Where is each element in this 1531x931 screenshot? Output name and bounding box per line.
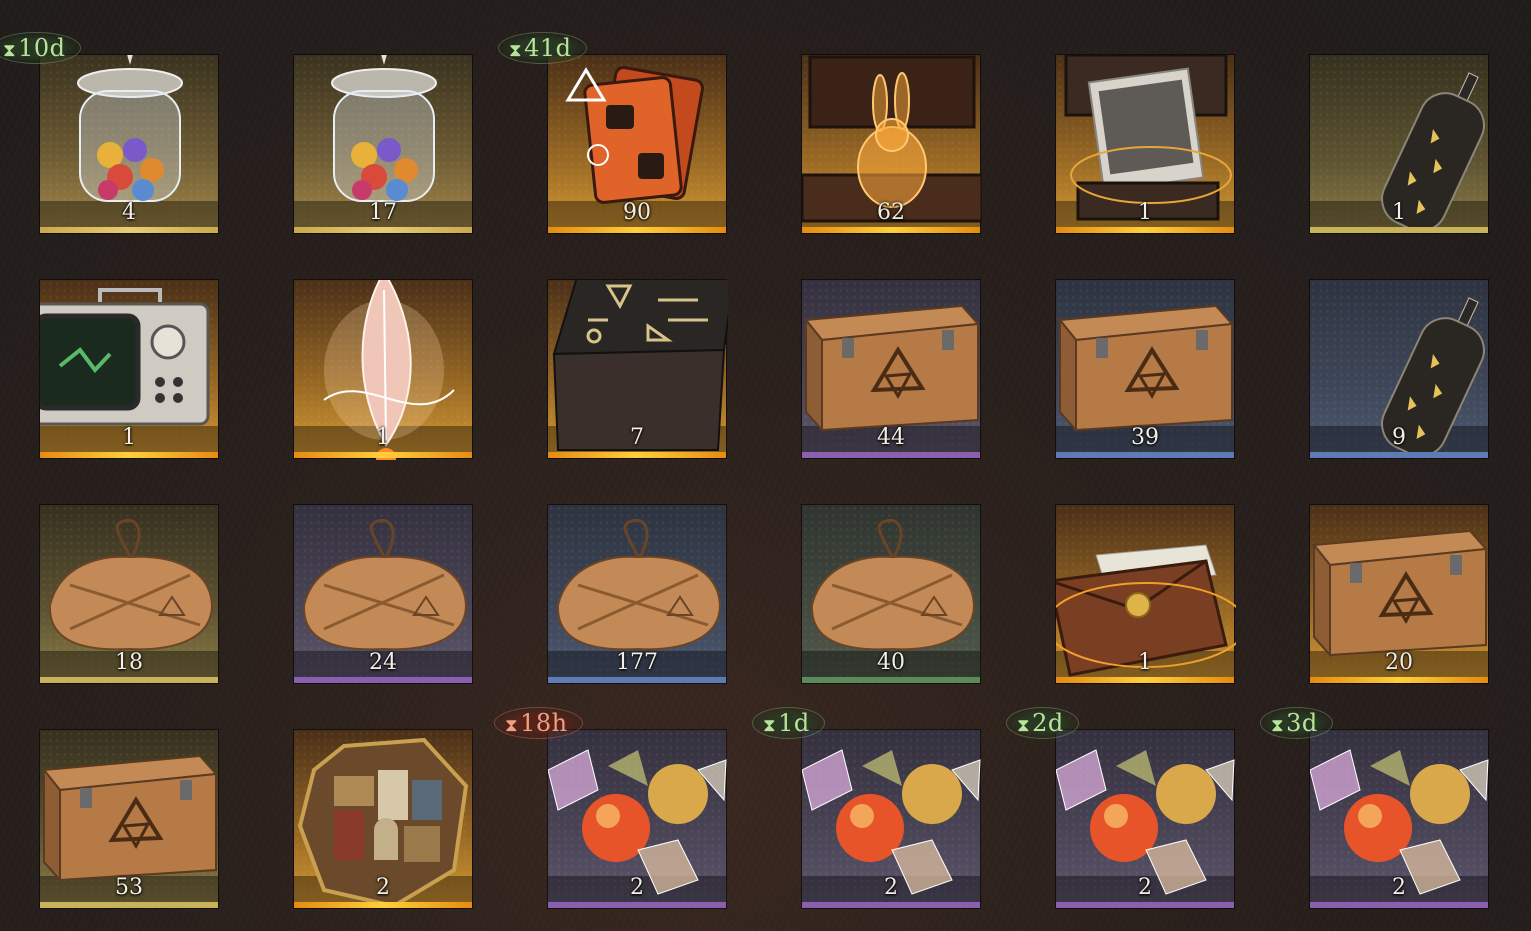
inventory-slot[interactable]: 1 <box>293 279 473 460</box>
rarity-bar <box>40 677 218 683</box>
item-count: 2 <box>1138 875 1152 900</box>
rarity-bar <box>1310 452 1488 458</box>
inventory-slot[interactable]: 2 <box>801 729 981 909</box>
item-count: 4 <box>122 200 136 225</box>
item-count: 2 <box>630 875 644 900</box>
rarity-bar <box>294 677 472 683</box>
expiry-timer-badge: ⧗1d <box>752 707 825 739</box>
inventory-slot[interactable]: 90 <box>547 54 727 234</box>
rarity-bar <box>802 902 980 908</box>
hourglass-icon: ⧗ <box>1271 715 1285 736</box>
hourglass-icon: ⧗ <box>3 40 17 61</box>
rarity-bar <box>802 227 980 233</box>
inventory-slot[interactable]: 7 <box>547 279 728 459</box>
inventory-slot[interactable]: 40 <box>801 504 981 684</box>
rarity-bar <box>294 902 472 908</box>
inventory-slot[interactable]: 1 <box>1055 54 1235 234</box>
item-count: 7 <box>630 425 644 450</box>
inventory-slot[interactable]: 9 <box>1309 279 1489 459</box>
inventory-slot[interactable]: 17 <box>293 54 473 234</box>
inventory-grid: 4 17 90 62 1 1 1 1 7 44 39 9 18 24 177 4… <box>0 0 1531 931</box>
expiry-timer-badge: ⧗18h <box>494 707 583 739</box>
inventory-slot[interactable]: 2 <box>1055 729 1235 909</box>
inventory-slot[interactable]: 18 <box>39 504 219 684</box>
item-count: 20 <box>1385 650 1413 675</box>
hourglass-icon: ⧗ <box>1017 715 1031 736</box>
item-count: 177 <box>616 650 658 675</box>
inventory-slot[interactable]: 4 <box>39 54 219 234</box>
rarity-bar <box>294 227 472 233</box>
inventory-slot[interactable]: 2 <box>293 729 473 909</box>
rarity-bar <box>1056 902 1234 908</box>
item-count: 62 <box>877 200 905 225</box>
expiry-timer-badge: ⧗3d <box>1260 707 1333 739</box>
item-count: 40 <box>877 650 905 675</box>
inventory-slot[interactable]: 53 <box>39 729 219 909</box>
rarity-bar <box>40 452 218 458</box>
inventory-slot[interactable]: 44 <box>801 279 981 459</box>
inventory-slot[interactable]: 20 <box>1309 504 1489 684</box>
inventory-slot[interactable]: 1 <box>39 279 219 459</box>
inventory-slot[interactable]: 177 <box>547 504 727 684</box>
inventory-slot[interactable]: 2 <box>547 729 727 909</box>
inventory-slot[interactable]: 24 <box>293 504 473 684</box>
item-count: 1 <box>1392 200 1406 225</box>
rarity-bar <box>40 227 218 233</box>
item-count: 1 <box>376 425 390 450</box>
item-count: 44 <box>877 425 905 450</box>
item-count: 39 <box>1131 425 1159 450</box>
expiry-timer-badge: ⧗2d <box>1006 707 1079 739</box>
rarity-bar <box>1056 677 1234 683</box>
item-count: 2 <box>1392 875 1406 900</box>
item-count: 1 <box>1138 200 1152 225</box>
inventory-slot[interactable]: 1 <box>1055 504 1236 684</box>
rarity-bar <box>1056 227 1234 233</box>
hourglass-icon: ⧗ <box>509 40 523 61</box>
rarity-bar <box>548 227 726 233</box>
rarity-bar <box>1310 227 1488 233</box>
hourglass-icon: ⧗ <box>505 715 519 736</box>
rarity-bar <box>548 677 726 683</box>
item-count: 53 <box>115 875 143 900</box>
rarity-bar <box>802 677 980 683</box>
inventory-slot[interactable]: 62 <box>801 54 982 234</box>
rarity-bar <box>548 452 726 458</box>
item-count: 24 <box>369 650 397 675</box>
item-count: 1 <box>122 425 136 450</box>
rarity-bar <box>1310 677 1488 683</box>
item-count: 2 <box>376 875 390 900</box>
item-count: 1 <box>1138 650 1152 675</box>
expiry-timer-badge: ⧗41d <box>498 32 587 64</box>
item-count: 17 <box>369 200 397 225</box>
inventory-slot[interactable]: 2 <box>1309 729 1489 909</box>
item-count: 90 <box>623 200 651 225</box>
rarity-bar <box>1310 902 1488 908</box>
item-count: 9 <box>1392 425 1406 450</box>
inventory-slot[interactable]: 1 <box>1309 54 1489 234</box>
rarity-bar <box>40 902 218 908</box>
hourglass-icon: ⧗ <box>763 715 777 736</box>
inventory-slot[interactable]: 39 <box>1055 279 1235 459</box>
rarity-bar <box>802 452 980 458</box>
rarity-bar <box>1056 452 1234 458</box>
item-count: 18 <box>115 650 143 675</box>
rarity-bar <box>548 902 726 908</box>
item-count: 2 <box>884 875 898 900</box>
rarity-bar <box>294 452 472 458</box>
